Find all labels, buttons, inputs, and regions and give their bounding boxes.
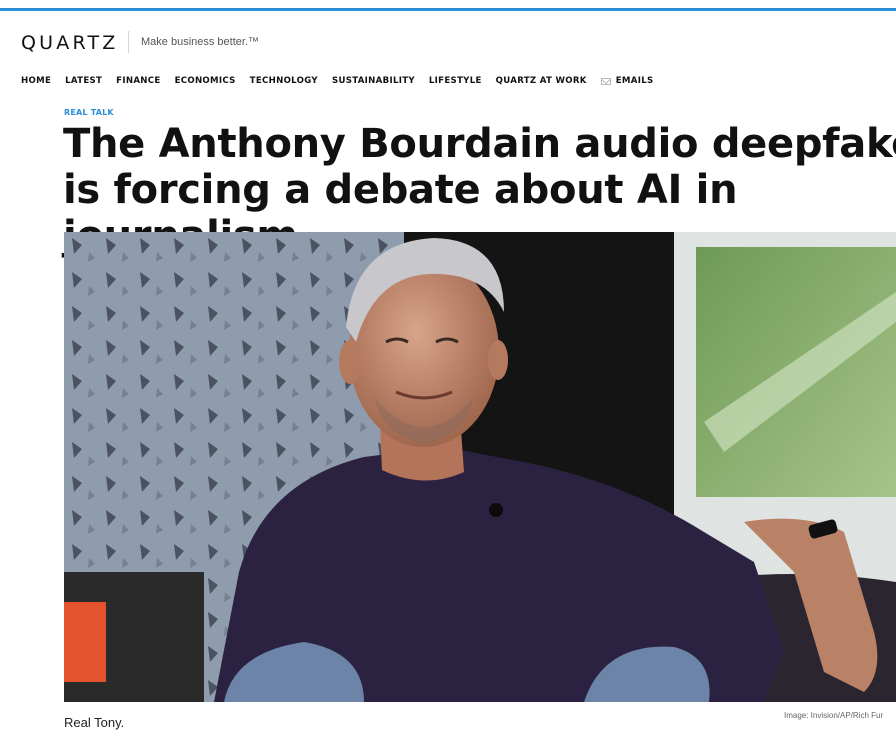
image-credit: Image: Invision/AP/Rich Fur (784, 711, 884, 720)
nav-item-technology[interactable]: TECHNOLOGY (250, 76, 318, 86)
hero-image (64, 232, 896, 702)
masthead: QUARTZ Make business better.™ (0, 11, 896, 73)
nav-item-emails-label: EMAILS (615, 76, 654, 86)
image-caption: Real Tony. (64, 715, 125, 730)
envelope-icon (600, 77, 611, 85)
article-kicker[interactable]: REAL TALK (64, 108, 114, 117)
site-logo[interactable]: QUARTZ (21, 32, 119, 54)
nav-item-sustainability[interactable]: SUSTAINABILITY (332, 76, 415, 86)
main-nav: HOME LATEST FINANCE ECONOMICS TECHNOLOGY… (21, 74, 668, 88)
nav-item-latest[interactable]: LATEST (65, 76, 102, 86)
logo-divider (128, 31, 129, 53)
site-tagline: Make business better.™ (141, 36, 260, 48)
nav-item-emails[interactable]: EMAILS (600, 76, 654, 86)
nav-item-home[interactable]: HOME (21, 76, 51, 86)
top-accent-bar (0, 0, 896, 11)
nav-item-economics[interactable]: ECONOMICS (175, 76, 236, 86)
nav-item-quartz-at-work[interactable]: QUARTZ AT WORK (496, 76, 587, 86)
nav-item-lifestyle[interactable]: LIFESTYLE (429, 76, 482, 86)
nav-item-finance[interactable]: FINANCE (116, 76, 160, 86)
